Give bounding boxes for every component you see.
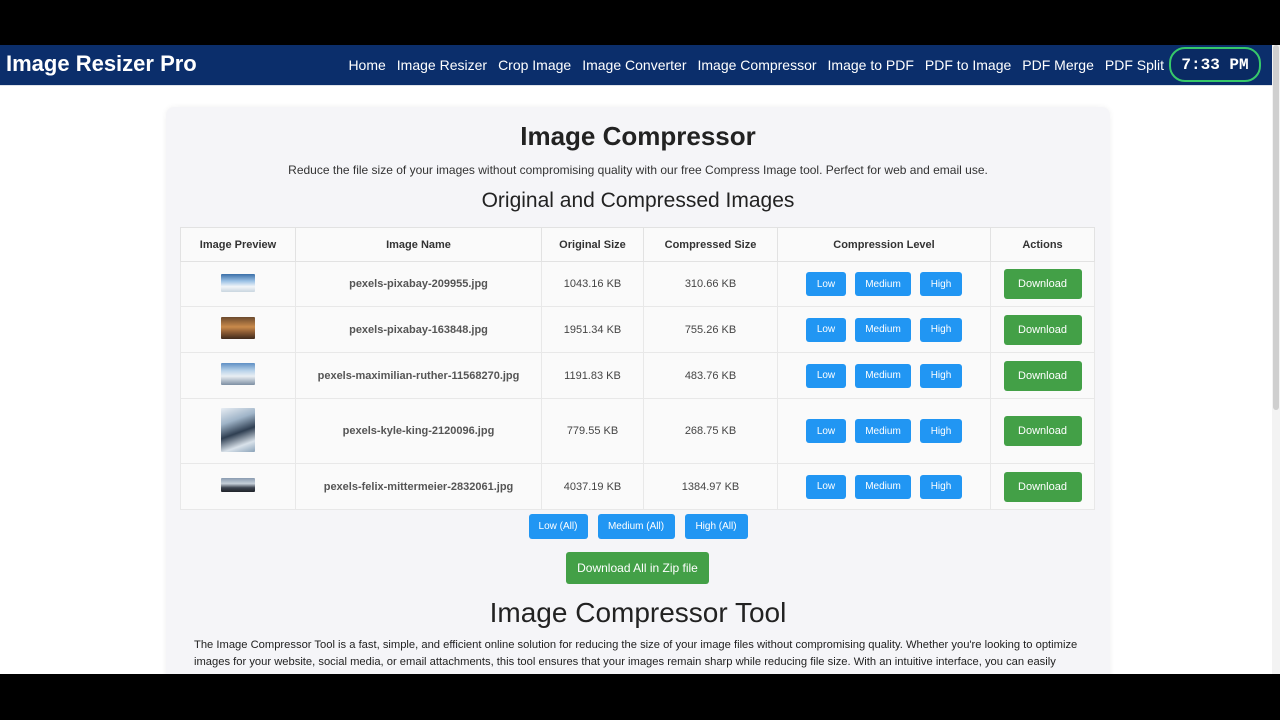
compressed-size: 755.26 KB: [643, 306, 778, 353]
col-compression-level: Compression Level: [777, 227, 991, 262]
high-button[interactable]: High: [920, 474, 962, 499]
compressed-size: 483.76 KB: [643, 352, 778, 399]
actions-cell: Download: [990, 306, 1095, 353]
medium-button[interactable]: Medium: [855, 419, 911, 443]
low-button[interactable]: Low: [806, 317, 846, 342]
download-button[interactable]: Download: [1003, 471, 1082, 502]
original-size: 1951.34 KB: [541, 306, 644, 353]
preview-cell: [180, 398, 296, 464]
compressed-size: 310.66 KB: [643, 261, 778, 307]
nav-pdf-to-image[interactable]: PDF to Image: [925, 57, 1011, 73]
table-header-row: Image Preview Image Name Original Size C…: [180, 227, 1095, 262]
nav-pdf-merge[interactable]: PDF Merge: [1022, 57, 1094, 73]
low-button[interactable]: Low: [806, 363, 846, 388]
tool-section-title: Image Compressor Tool: [489, 597, 787, 628]
nav-pdf-split[interactable]: PDF Split: [1105, 57, 1164, 73]
bulk-level-buttons: Low (All) Medium (All) High (All): [166, 514, 1110, 539]
image-name: pexels-felix-mittermeier-2832061.jpg: [295, 463, 542, 510]
preview-cell: [180, 261, 296, 307]
image-name: pexels-pixabay-163848.jpg: [295, 306, 542, 353]
low-all-button[interactable]: Low (All): [528, 514, 588, 539]
table-row: pexels-kyle-king-2120096.jpg 779.55 KB 2…: [180, 398, 1095, 464]
nav-image-resizer[interactable]: Image Resizer: [397, 57, 487, 73]
preview-cell: [180, 463, 296, 510]
col-original-size: Original Size: [541, 227, 644, 262]
preview-cell: [180, 352, 296, 399]
download-button[interactable]: Download: [1003, 416, 1082, 446]
browser-viewport: Image Resizer Pro Home Image Resizer Cro…: [0, 45, 1280, 674]
compression-level-cell: Low Medium High: [777, 306, 991, 353]
nav-image-converter[interactable]: Image Converter: [582, 57, 686, 73]
low-button[interactable]: Low: [806, 474, 846, 499]
compressor-card: Image Compressor Reduce the file size of…: [166, 107, 1110, 674]
table-row: pexels-pixabay-209955.jpg 1043.16 KB 310…: [180, 261, 1095, 307]
page-title: Image Compressor: [520, 121, 756, 151]
image-name: pexels-kyle-king-2120096.jpg: [295, 398, 542, 464]
actions-cell: Download: [990, 352, 1095, 399]
compression-level-cell: Low Medium High: [777, 463, 991, 510]
table-row: pexels-maximilian-ruther-11568270.jpg 11…: [180, 352, 1095, 399]
download-button[interactable]: Download: [1003, 314, 1082, 345]
image-thumbnail: [221, 407, 255, 452]
medium-button[interactable]: Medium: [855, 317, 911, 342]
page-subtitle: Reduce the file size of your images with…: [288, 163, 988, 177]
preview-cell: [180, 306, 296, 353]
compression-level-cell: Low Medium High: [777, 261, 991, 307]
medium-button[interactable]: Medium: [855, 363, 911, 388]
col-image-name: Image Name: [295, 227, 542, 262]
scrollbar[interactable]: [1272, 45, 1280, 674]
actions-cell: Download: [990, 398, 1095, 464]
high-button[interactable]: High: [920, 363, 962, 388]
original-size: 779.55 KB: [541, 398, 644, 464]
medium-button[interactable]: Medium: [855, 474, 911, 499]
scrollbar-thumb[interactable]: [1273, 45, 1279, 410]
image-thumbnail: [221, 273, 255, 292]
col-image-preview: Image Preview: [180, 227, 296, 262]
image-thumbnail: [221, 478, 255, 492]
compressed-size: 268.75 KB: [643, 398, 778, 464]
tool-description: The Image Compressor Tool is a fast, sim…: [194, 639, 1078, 674]
image-thumbnail: [221, 317, 255, 339]
high-button[interactable]: High: [920, 317, 962, 342]
original-size: 1043.16 KB: [541, 261, 644, 307]
image-thumbnail: [221, 363, 255, 385]
image-name: pexels-pixabay-209955.jpg: [295, 261, 542, 307]
original-size: 4037.19 KB: [541, 463, 644, 510]
section-title: Original and Compressed Images: [481, 189, 795, 212]
actions-cell: Download: [990, 463, 1095, 510]
medium-button[interactable]: Medium: [855, 272, 911, 296]
table-row: pexels-pixabay-163848.jpg 1951.34 KB 755…: [180, 306, 1095, 353]
download-zip-button[interactable]: Download All in Zip file: [566, 552, 709, 584]
main-nav: Home Image Resizer Crop Image Image Conv…: [348, 45, 1164, 85]
download-button[interactable]: Download: [1003, 269, 1082, 299]
low-button[interactable]: Low: [806, 419, 846, 443]
table-row: pexels-felix-mittermeier-2832061.jpg 403…: [180, 463, 1095, 510]
high-button[interactable]: High: [920, 419, 962, 443]
image-name: pexels-maximilian-ruther-11568270.jpg: [295, 352, 542, 399]
nav-crop-image[interactable]: Crop Image: [498, 57, 571, 73]
download-button[interactable]: Download: [1003, 360, 1082, 391]
clock-badge: 7:33 PM: [1169, 47, 1261, 82]
nav-image-to-pdf[interactable]: Image to PDF: [828, 57, 914, 73]
col-actions: Actions: [990, 227, 1095, 262]
top-navbar: Image Resizer Pro Home Image Resizer Cro…: [0, 45, 1280, 86]
brand-logo[interactable]: Image Resizer Pro: [6, 50, 197, 78]
images-table: Image Preview Image Name Original Size C…: [180, 227, 1095, 510]
actions-cell: Download: [990, 261, 1095, 307]
low-button[interactable]: Low: [806, 272, 846, 296]
compression-level-cell: Low Medium High: [777, 398, 991, 464]
high-all-button[interactable]: High (All): [684, 514, 748, 539]
compressed-size: 1384.97 KB: [643, 463, 778, 510]
nav-home[interactable]: Home: [348, 57, 385, 73]
medium-all-button[interactable]: Medium (All): [597, 514, 675, 539]
original-size: 1191.83 KB: [541, 352, 644, 399]
compression-level-cell: Low Medium High: [777, 352, 991, 399]
nav-image-compressor[interactable]: Image Compressor: [698, 57, 817, 73]
high-button[interactable]: High: [920, 272, 962, 296]
col-compressed-size: Compressed Size: [643, 227, 778, 262]
